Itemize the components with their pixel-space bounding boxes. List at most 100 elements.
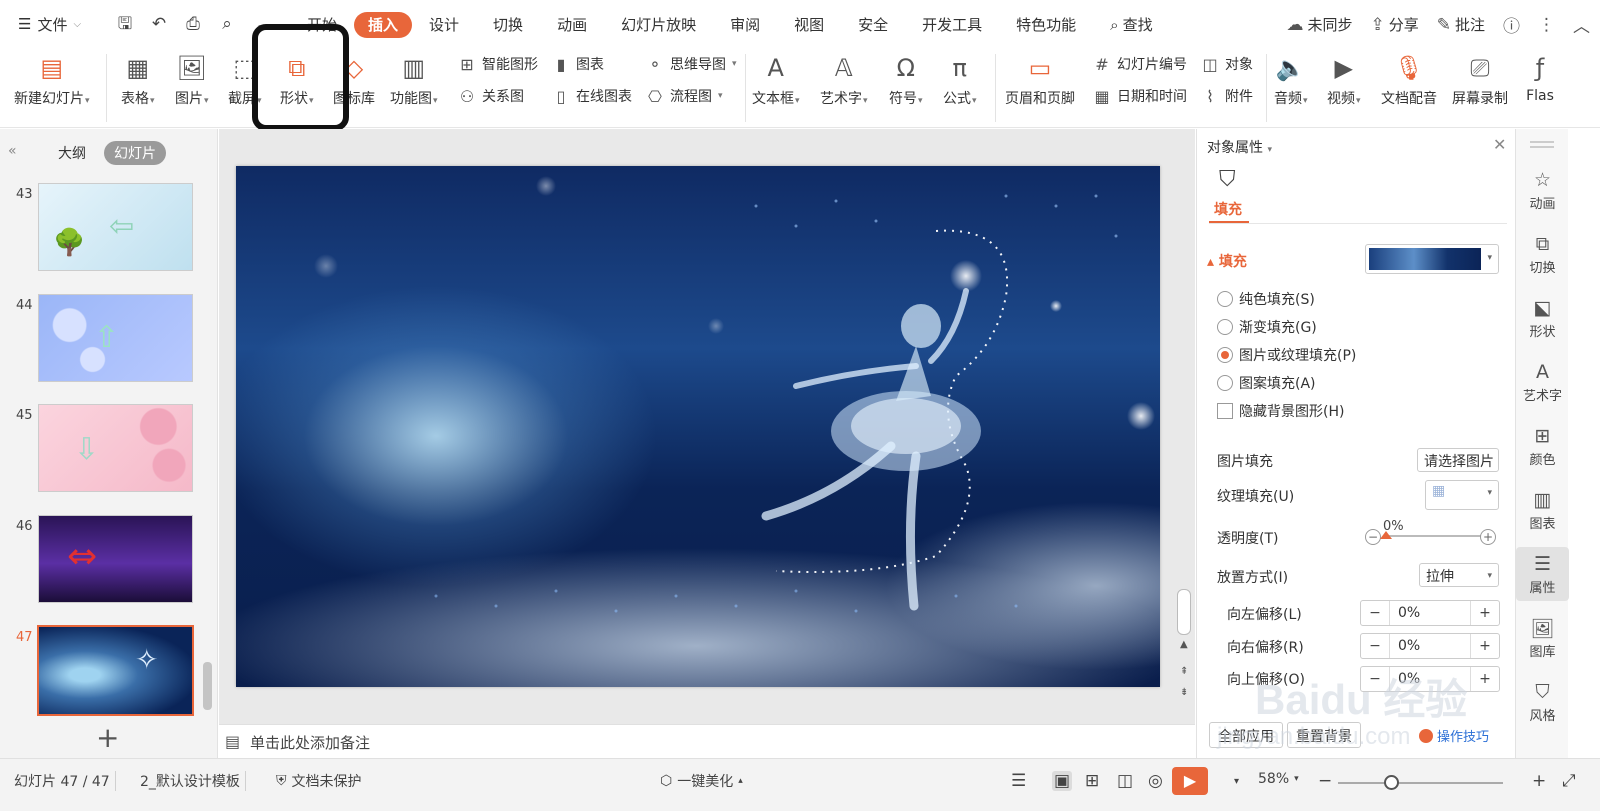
reading-view-icon[interactable]: ◫: [1117, 771, 1133, 791]
tab-insert[interactable]: 插入: [354, 12, 413, 38]
audio-button[interactable]: 🔈 音频▾: [1274, 52, 1308, 108]
header-footer-button[interactable]: ▭ 页眉和页脚: [1005, 52, 1075, 108]
transparency-thumb[interactable]: [1380, 531, 1392, 539]
plus-icon[interactable]: +: [1471, 634, 1499, 658]
offset-up-stepper[interactable]: −0% +: [1360, 666, 1500, 692]
mind-map-button[interactable]: ⚬ 思维导图 ▾: [645, 54, 736, 74]
slide-thumb-row[interactable]: 43 ⇦ 🌳: [0, 183, 210, 278]
tips-link[interactable]: 操作技巧: [1419, 726, 1489, 745]
doc-dub-button[interactable]: 🎙 文档配音: [1381, 52, 1437, 108]
sidebar-item-animation[interactable]: ☆ 动画: [1516, 169, 1569, 212]
sidebar-item-transition[interactable]: ⧉ 切换: [1516, 233, 1569, 276]
share-button[interactable]: ⇪ 分享: [1370, 14, 1418, 35]
placement-dropdown[interactable]: 拉伸 ▾: [1419, 563, 1499, 587]
choose-picture-button[interactable]: 请选择图片: [1417, 448, 1499, 472]
wordart-button[interactable]: 𝔸 艺术字▾: [820, 52, 868, 108]
flowchart-button[interactable]: ⎔ 流程图 ▾: [645, 86, 723, 106]
online-chart-button[interactable]: ▯ 在线图表: [551, 86, 632, 106]
radio-picture-fill[interactable]: 图片或纹理填充(P): [1217, 345, 1356, 365]
undo-icon[interactable]: ↶: [149, 14, 169, 34]
reset-background-button[interactable]: 重置背景: [1287, 722, 1361, 748]
offset-up-value[interactable]: 0%: [1389, 667, 1471, 691]
more-icon[interactable]: ⋮: [1538, 15, 1555, 35]
tab-view[interactable]: 视图: [777, 12, 841, 38]
template-name[interactable]: 2_默认设计模板: [140, 771, 246, 791]
tab-review[interactable]: 审阅: [713, 12, 777, 38]
paint-bucket-icon[interactable]: ⛉: [1219, 167, 1236, 192]
normal-view-icon[interactable]: ▣: [1052, 771, 1073, 791]
fill-tab[interactable]: 填充: [1214, 199, 1242, 219]
symbol-button[interactable]: Ω 符号▾: [889, 52, 923, 108]
zoom-slider-track[interactable]: [1338, 782, 1503, 784]
smart-graphic-button[interactable]: ⊞ 智能图形: [457, 54, 538, 74]
sync-button[interactable]: ☁ 未同步: [1286, 14, 1352, 35]
texture-dropdown[interactable]: ▦ ▾: [1425, 480, 1499, 510]
print-preview-icon[interactable]: ⌕: [217, 14, 237, 34]
offset-left-value[interactable]: 0%: [1389, 601, 1471, 625]
screen-record-button[interactable]: ⎚ 屏幕录制: [1452, 52, 1508, 108]
close-icon[interactable]: ✕: [1493, 135, 1506, 154]
file-menu[interactable]: ☰ 文件 ⌵: [0, 14, 105, 35]
slide-thumbnail[interactable]: ⇩: [38, 404, 193, 492]
document-protection[interactable]: ⛨ 文档未保护: [276, 771, 362, 791]
date-time-button[interactable]: ▦ 日期和时间: [1092, 86, 1187, 106]
minus-icon[interactable]: −: [1361, 634, 1389, 658]
table-button[interactable]: ▦ 表格▾: [121, 52, 155, 108]
collapse-panel-icon[interactable]: «: [8, 143, 17, 159]
current-slide[interactable]: [236, 166, 1160, 687]
fill-preview-dropdown[interactable]: ▾: [1365, 244, 1499, 274]
radio-pattern-fill[interactable]: 图案填充(A): [1217, 373, 1316, 393]
slide-thumbnail[interactable]: ⇧: [38, 294, 193, 382]
collapse-ribbon-icon[interactable]: ︿: [1573, 12, 1590, 37]
slide-thumbnail[interactable]: ⇔: [38, 515, 193, 603]
new-slide-button[interactable]: ▤ 新建幻灯片▾: [14, 52, 90, 108]
tab-slideshow[interactable]: 幻灯片放映: [604, 12, 713, 38]
canvas-scrollbar[interactable]: [1177, 589, 1191, 635]
slide-number-button[interactable]: # 幻灯片编号: [1092, 54, 1187, 74]
play-slideshow-button[interactable]: ▶: [1172, 767, 1208, 795]
radio-gradient-fill[interactable]: 渐变填充(G): [1217, 317, 1317, 337]
sidebar-item-chart[interactable]: ▥ 图表: [1516, 489, 1569, 532]
next-slide-icon[interactable]: ⇟: [1180, 687, 1188, 698]
one-click-beautify[interactable]: ⬡ 一键美化 ▴: [660, 771, 743, 791]
minus-icon[interactable]: −: [1361, 601, 1389, 625]
panel-title[interactable]: 对象属性 ▾: [1207, 137, 1272, 157]
object-button[interactable]: ◫ 对象: [1200, 54, 1253, 74]
tab-features[interactable]: 特色功能: [999, 12, 1093, 38]
slide-thumb-row-selected[interactable]: 47 ✧: [0, 625, 210, 721]
transparency-decrease[interactable]: −: [1365, 529, 1381, 545]
function-chart-button[interactable]: ▥ 功能图▾: [390, 52, 438, 108]
textbox-button[interactable]: A 文本框▾: [752, 52, 800, 108]
picture-button[interactable]: 🖼 图片▾: [175, 52, 209, 108]
prev-slide-icon[interactable]: ⇞: [1180, 666, 1188, 677]
sidebar-item-wordart[interactable]: A 艺术字: [1516, 361, 1569, 404]
video-button[interactable]: ▶ 视频▾: [1327, 52, 1361, 108]
offset-left-stepper[interactable]: −0% +: [1360, 600, 1500, 626]
tab-transition[interactable]: 切换: [476, 12, 540, 38]
tab-animation[interactable]: 动画: [540, 12, 604, 38]
slide-thumbnail[interactable]: ⇦ 🌳: [38, 183, 193, 271]
scroll-up-icon[interactable]: ▲: [1180, 639, 1188, 650]
sidebar-item-style[interactable]: ⛉ 风格: [1516, 681, 1569, 724]
sorter-view-icon[interactable]: ⊞: [1085, 771, 1099, 791]
tab-slides[interactable]: 幻灯片: [104, 141, 166, 165]
notes-view-icon[interactable]: ☰: [1011, 771, 1026, 791]
fill-section-header[interactable]: ▴ 填充: [1207, 251, 1247, 271]
plus-icon[interactable]: +: [1471, 601, 1499, 625]
presenter-view-icon[interactable]: ◎: [1148, 771, 1163, 791]
chart-button[interactable]: ▮ 图表: [551, 54, 604, 74]
offset-right-value[interactable]: 0%: [1389, 634, 1471, 658]
radio-solid-fill[interactable]: 纯色填充(S): [1217, 289, 1315, 309]
tab-developer[interactable]: 开发工具: [905, 12, 999, 38]
flash-button[interactable]: ƒ Flas: [1524, 52, 1556, 104]
help-icon[interactable]: ⓘ: [1503, 12, 1520, 37]
zoom-level[interactable]: 58% ▾: [1258, 771, 1299, 787]
tab-outline[interactable]: 大纲: [48, 141, 96, 165]
tab-design[interactable]: 设计: [412, 12, 476, 38]
comment-button[interactable]: ✎ 批注: [1437, 14, 1485, 35]
hide-bg-checkbox[interactable]: 隐藏背景图形(H): [1217, 401, 1344, 421]
slide-thumb-row[interactable]: 46 ⇔: [0, 515, 210, 610]
relation-chart-button[interactable]: ⚇ 关系图: [457, 86, 524, 106]
print-icon[interactable]: ⎙: [183, 14, 203, 34]
apply-all-button[interactable]: 全部应用: [1209, 722, 1283, 748]
